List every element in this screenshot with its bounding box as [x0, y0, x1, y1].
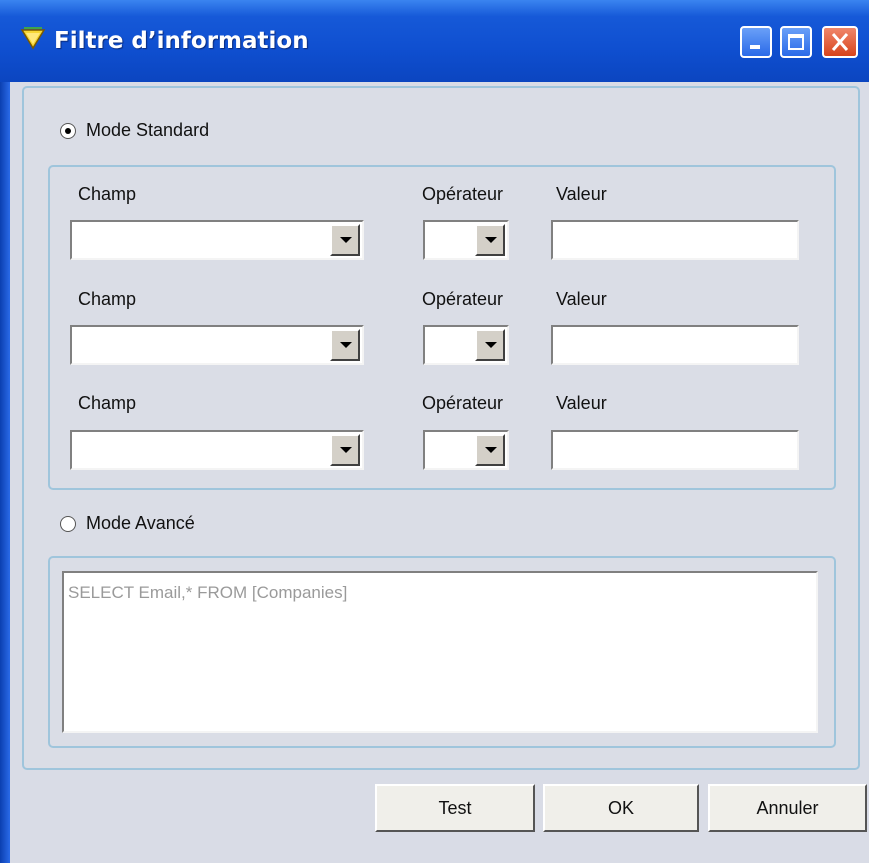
mode-standard-radio[interactable] [60, 122, 76, 139]
operator-select-3[interactable] [423, 430, 509, 470]
value-input-1[interactable] [551, 220, 799, 260]
ok-button[interactable]: OK [543, 784, 699, 832]
mode-advanced-radio[interactable] [60, 515, 76, 532]
chevron-down-icon[interactable] [475, 224, 505, 256]
close-button[interactable] [822, 26, 858, 58]
field-label-1: Champ [78, 184, 137, 204]
value-label-1: Valeur [556, 184, 607, 204]
close-icon [831, 33, 849, 51]
test-button[interactable]: Test [375, 784, 535, 832]
field-select-2[interactable] [70, 325, 364, 365]
operator-select-1[interactable] [423, 220, 509, 260]
chevron-down-icon[interactable] [475, 329, 505, 361]
window-frame-left [0, 82, 10, 863]
mode-advanced-option[interactable]: Mode Avancé [60, 513, 195, 534]
field-label-3: Champ [78, 393, 137, 413]
mode-advanced-label: Mode Avancé [86, 513, 195, 533]
cancel-button[interactable]: Annuler [708, 784, 867, 832]
operator-label-3: Opérateur [422, 393, 504, 413]
sql-query-textarea[interactable]: SELECT Email,* FROM [Companies] [62, 571, 818, 733]
operator-label-1: Opérateur [422, 184, 504, 204]
maximize-button[interactable] [780, 26, 812, 58]
mode-standard-label: Mode Standard [86, 120, 210, 140]
value-label-2: Valeur [556, 289, 607, 309]
field-label-2: Champ [78, 289, 137, 309]
field-select-1[interactable] [70, 220, 364, 260]
chevron-down-icon[interactable] [475, 434, 505, 466]
field-select-3[interactable] [70, 430, 364, 470]
window-title: Filtre d’information [54, 28, 309, 54]
operator-select-2[interactable] [423, 325, 509, 365]
value-input-2[interactable] [551, 325, 799, 365]
chevron-down-icon[interactable] [330, 224, 360, 256]
app-icon [20, 27, 46, 50]
operator-label-2: Opérateur [422, 289, 504, 309]
title-bar[interactable]: Filtre d’information [0, 0, 869, 82]
value-label-3: Valeur [556, 393, 607, 413]
minimize-button[interactable] [740, 26, 772, 58]
value-input-3[interactable] [551, 430, 799, 470]
chevron-down-icon[interactable] [330, 434, 360, 466]
chevron-down-icon[interactable] [330, 329, 360, 361]
mode-standard-option[interactable]: Mode Standard [60, 120, 209, 141]
filter-dialog: Filtre d’information Mode Standard Champ… [0, 0, 869, 863]
